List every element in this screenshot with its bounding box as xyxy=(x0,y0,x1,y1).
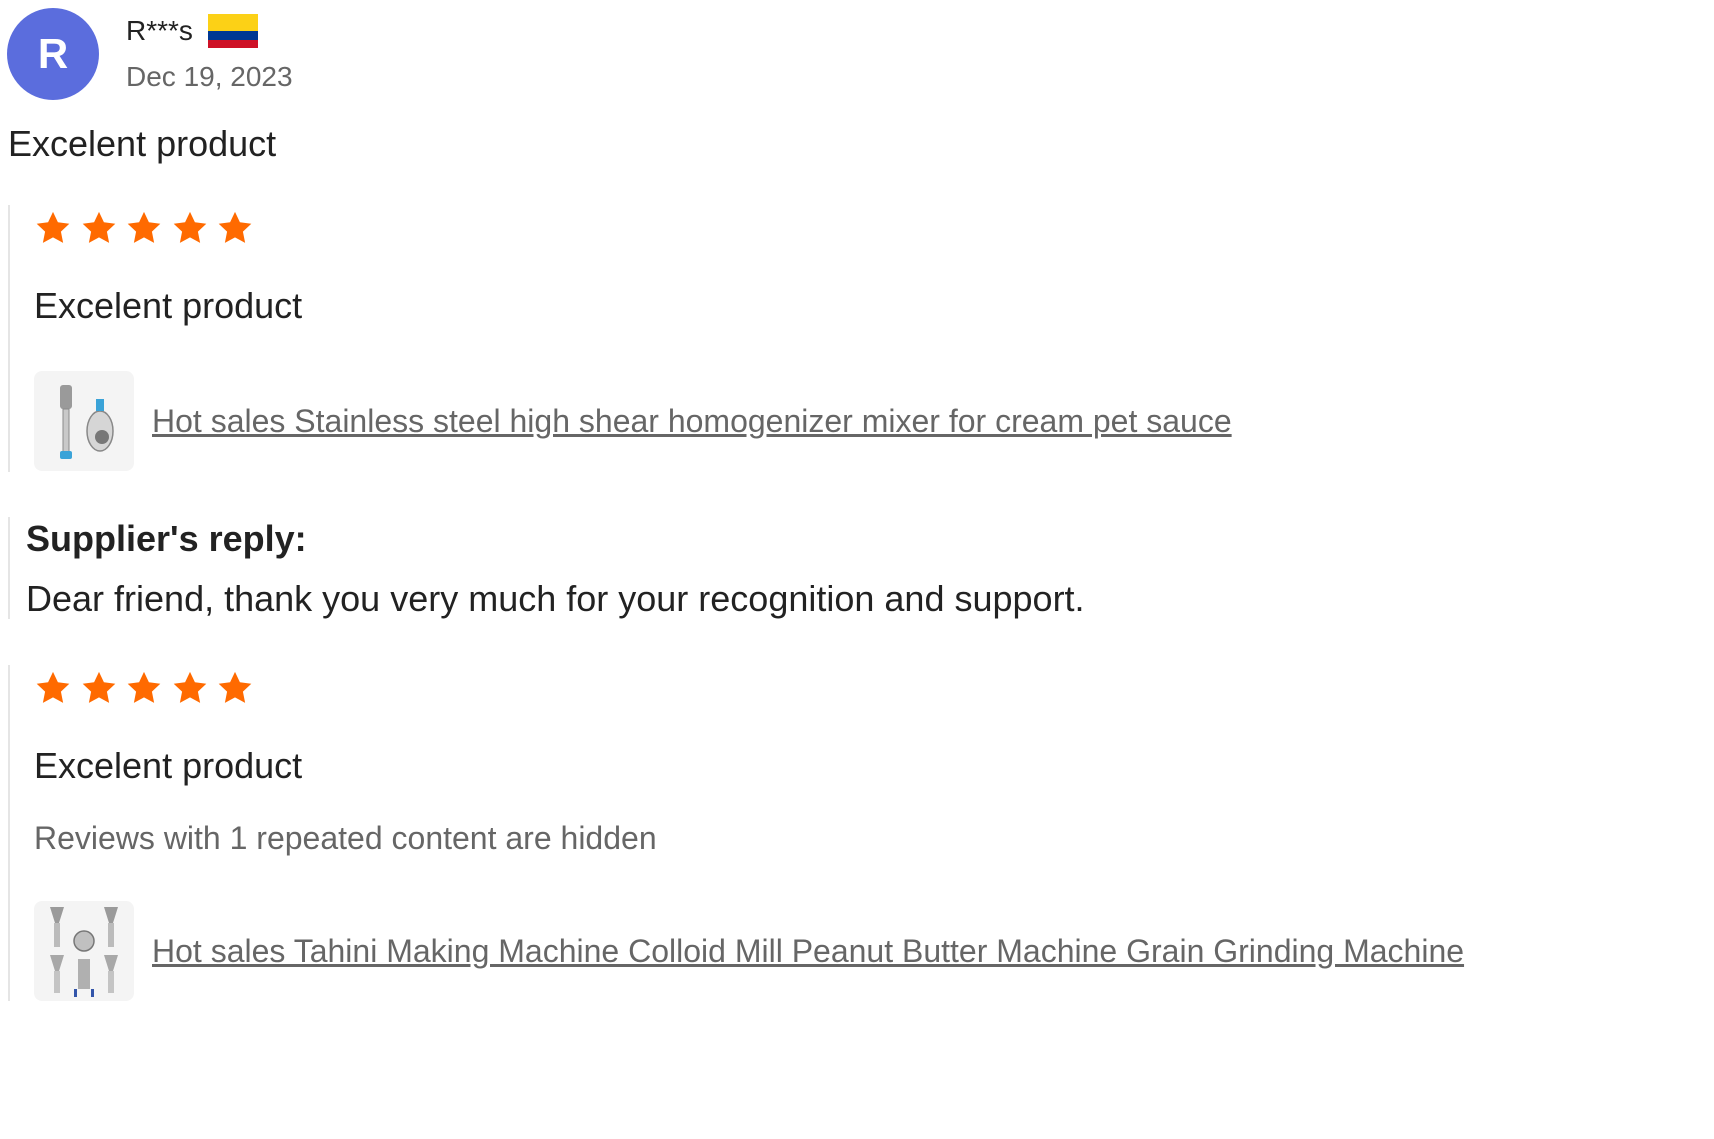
star-icon xyxy=(173,211,206,243)
star-icon xyxy=(82,671,115,703)
star-icon xyxy=(173,671,206,703)
star-icon xyxy=(36,211,70,243)
review-text: Excelent product xyxy=(34,285,303,326)
product-link[interactable]: Hot sales Tahini Making Machine Colloid … xyxy=(152,933,1464,969)
homogenizer-mixer-thumbnail[interactable] xyxy=(34,371,134,471)
colombia-flag-icon xyxy=(208,14,258,48)
product-link[interactable]: Hot sales Stainless steel high shear hom… xyxy=(152,403,1232,439)
review-title: Excelent product xyxy=(8,123,277,164)
review-block: Excelent product Reviews with 1 repeated… xyxy=(8,665,1464,1001)
supplier-reply-heading: Supplier's reply: xyxy=(26,518,307,559)
star-icon xyxy=(127,211,161,243)
review-text: Excelent product xyxy=(34,745,303,786)
colloid-mill-thumbnail[interactable] xyxy=(34,901,134,1001)
supplier-reply-block xyxy=(8,517,10,619)
homogenizer-mixer-icon xyxy=(60,385,114,459)
star-icon xyxy=(82,211,115,243)
avatar-initial: R xyxy=(37,30,69,77)
reviewer-name: R***s xyxy=(126,15,193,46)
hidden-reviews-note: Reviews with 1 repeated content are hidd… xyxy=(34,820,657,856)
star-icon xyxy=(218,211,252,243)
star-icon xyxy=(218,671,252,703)
star-icon xyxy=(36,671,70,703)
colloid-mill-icon xyxy=(50,907,118,997)
review-block: Excelent product Hot sales Stainless ste… xyxy=(8,205,1232,472)
star-rating xyxy=(34,669,262,707)
star-icon xyxy=(127,671,161,703)
review-date: Dec 19, 2023 xyxy=(126,61,293,92)
star-rating xyxy=(34,209,262,247)
supplier-reply-text: Dear friend, thank you very much for you… xyxy=(26,578,1085,619)
avatar: R xyxy=(7,8,99,100)
